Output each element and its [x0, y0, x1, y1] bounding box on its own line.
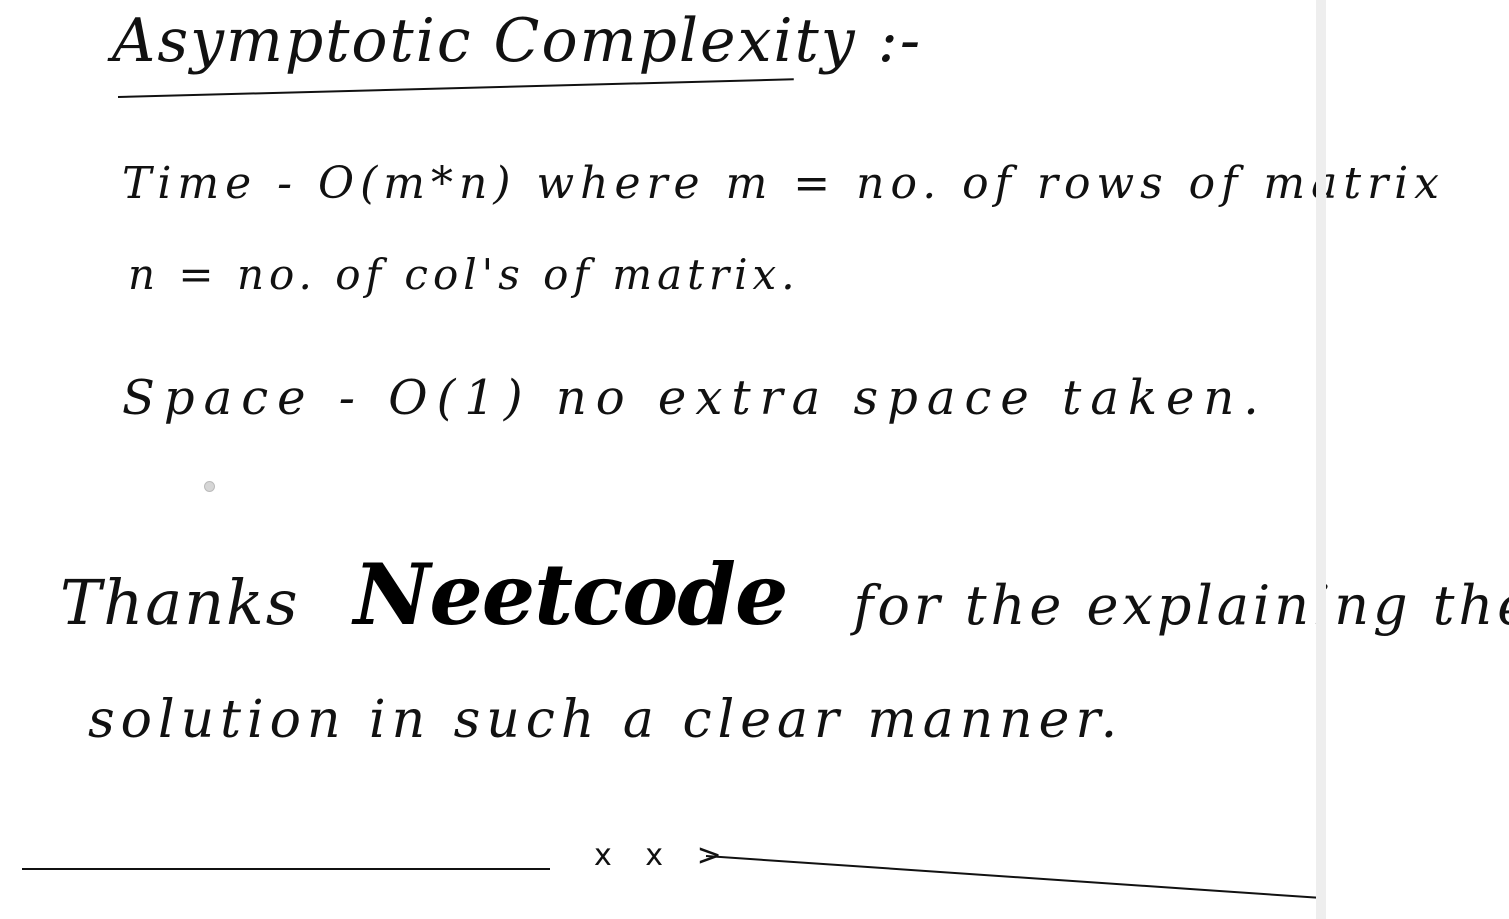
- title-underline: [117, 78, 794, 98]
- closing-line: solution in such a clear manner.: [88, 690, 1124, 750]
- thanks-line: Thanks Neetcode for the explaining the: [60, 545, 1509, 644]
- pen-cursor-icon: [204, 481, 215, 492]
- thanks-rest: for the explaining the: [853, 574, 1509, 637]
- variable-definition-line: n = no. of col's of matrix.: [128, 250, 800, 299]
- time-complexity-line: Time - O(m*n) where m = no. of rows of m…: [122, 158, 1445, 209]
- page-edge-gutter: [1316, 0, 1326, 919]
- handwriting-canvas[interactable]: Asymptotic Complexity :- Time - O(m*n) w…: [0, 0, 1509, 919]
- neetcode-signature: Neetcode: [353, 545, 789, 644]
- footer-divider-left: [22, 868, 550, 870]
- footer-divider-right: [705, 855, 1317, 899]
- thanks-word: Thanks: [60, 566, 300, 639]
- note-page: Asymptotic Complexity :- Time - O(m*n) w…: [0, 0, 1509, 919]
- note-title: Asymptotic Complexity :-: [112, 6, 923, 76]
- space-complexity-line: Space - O(1) no extra space taken.: [122, 370, 1268, 426]
